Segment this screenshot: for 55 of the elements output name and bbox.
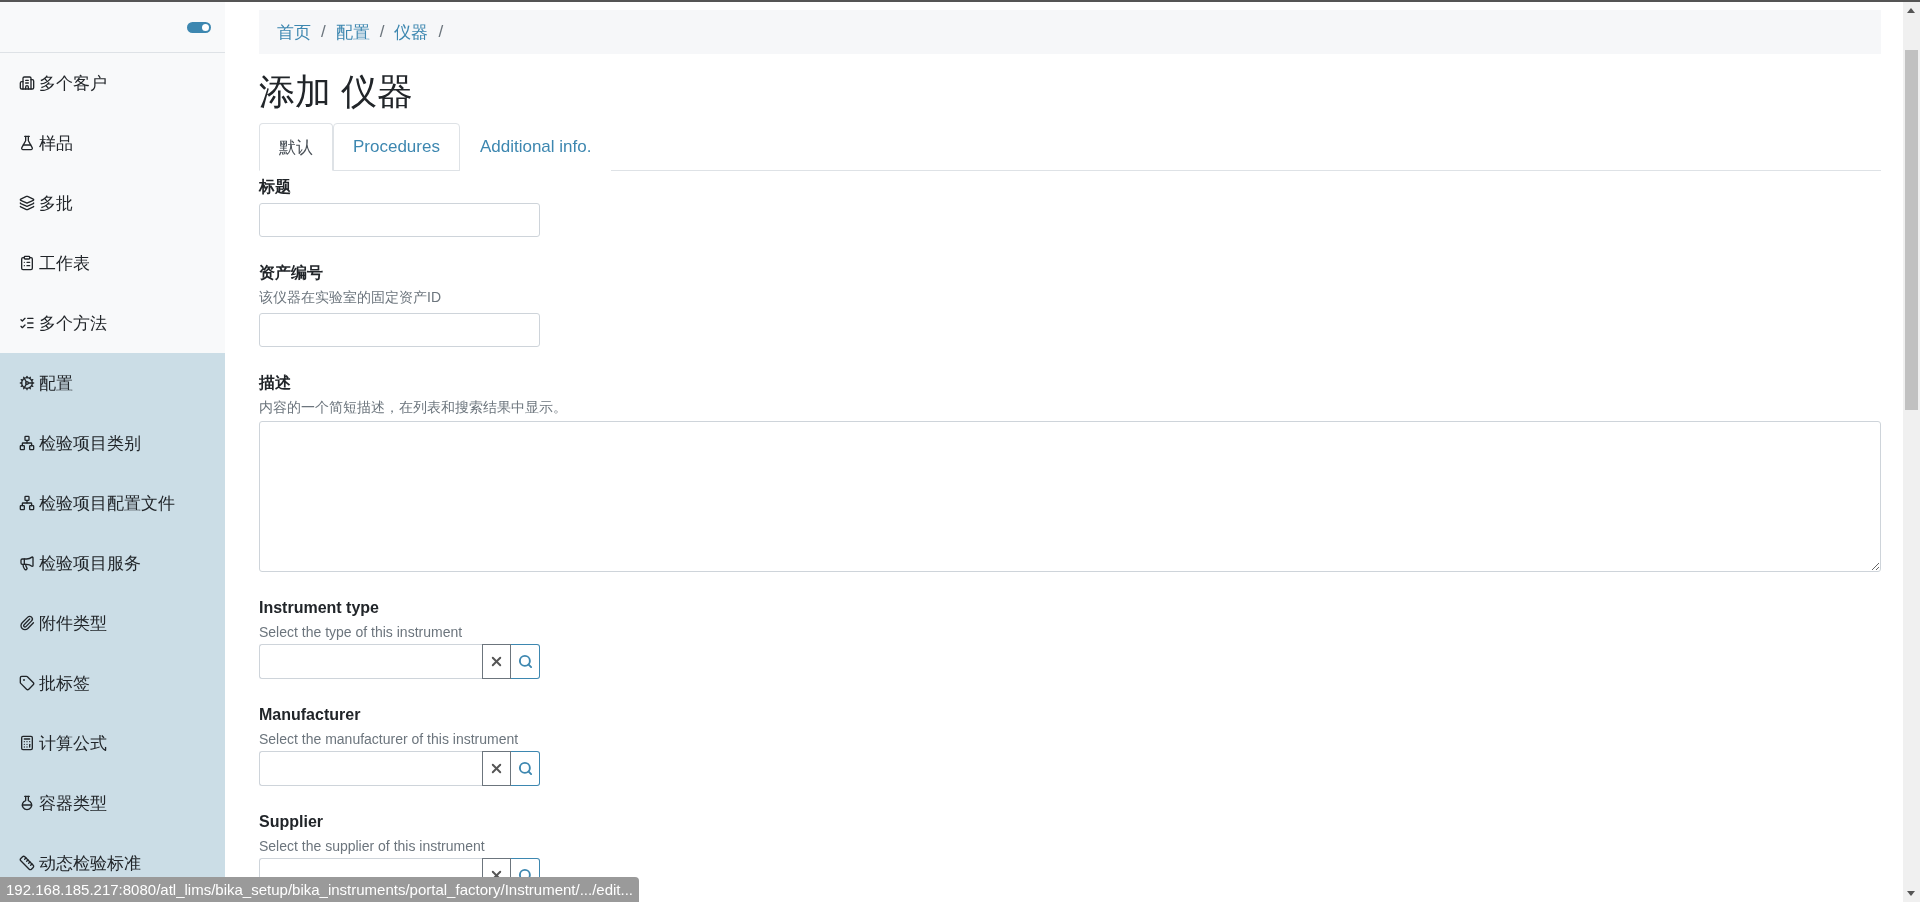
sidebar-item[interactable]: 样品 xyxy=(0,113,225,173)
page-title: 添加 仪器 xyxy=(259,70,414,114)
paperclip-icon xyxy=(19,615,35,631)
calculator-icon xyxy=(19,735,35,751)
search-button[interactable] xyxy=(511,644,540,679)
search-button[interactable] xyxy=(511,751,540,786)
building-icon xyxy=(19,75,35,91)
scrollbar[interactable] xyxy=(1903,2,1920,902)
text-field[interactable] xyxy=(259,313,540,347)
tab[interactable]: 默认 xyxy=(259,123,333,171)
clipboard-icon xyxy=(19,255,35,271)
gear-icon xyxy=(19,375,35,391)
layers-icon xyxy=(19,195,35,211)
field-help-text: Select the type of this instrument xyxy=(259,623,464,642)
ruler-icon xyxy=(19,855,35,871)
breadcrumb-separator: / xyxy=(321,22,326,42)
field-label: Supplier xyxy=(259,812,324,832)
clear-button[interactable] xyxy=(482,644,511,679)
clear-button[interactable] xyxy=(482,751,511,786)
description-field[interactable] xyxy=(259,421,1881,572)
sidebar-item[interactable]: 多个方法 xyxy=(0,293,225,353)
checklist-icon xyxy=(19,315,35,331)
flask-icon xyxy=(19,795,35,811)
hierarchy-icon xyxy=(19,435,35,451)
close-icon xyxy=(489,654,504,669)
field-label: 资产编号 xyxy=(259,263,324,283)
breadcrumb-separator: / xyxy=(438,22,444,42)
toggle-switch[interactable] xyxy=(187,21,211,33)
field-help-text: 该仪器在实验室的固定资产ID xyxy=(259,288,442,307)
hierarchy-icon xyxy=(19,495,35,511)
field-help-text: 内容的一个简短描述，在列表和搜索结果中显示。 xyxy=(259,398,568,417)
field-label: Manufacturer xyxy=(259,705,362,725)
sidebar-item[interactable]: 多个客户 xyxy=(0,53,225,113)
field-help-text: Select the manufacturer of this instrument xyxy=(259,730,520,749)
flask-icon xyxy=(19,135,35,151)
text-field[interactable] xyxy=(259,203,540,237)
tag-icon xyxy=(19,675,35,691)
breadcrumb-separator: / xyxy=(379,22,385,42)
reference-field[interactable] xyxy=(259,644,482,679)
sidebar-item[interactable]: 多批 xyxy=(0,173,225,233)
breadcrumb-link[interactable]: 配置 xyxy=(335,20,370,44)
breadcrumb-link[interactable]: 仪器 xyxy=(394,20,429,44)
sidebar-item[interactable]: 工作表 xyxy=(0,233,225,293)
link-url-tooltip: 192.168.185.217:8080/atl_lims/bika_setup/bika_instruments/portal_factory/Instrument/.../edit... xyxy=(0,877,640,902)
close-icon xyxy=(489,761,504,776)
search-icon xyxy=(517,654,533,669)
megaphone-icon xyxy=(19,555,35,571)
tab[interactable]: Procedures xyxy=(333,123,460,171)
breadcrumb-link[interactable]: 首页 xyxy=(277,20,311,44)
reference-field[interactable] xyxy=(259,751,482,786)
field-label: Instrument type xyxy=(259,598,380,618)
field-label: 标题 xyxy=(259,177,292,197)
search-icon xyxy=(517,761,533,776)
field-help-text: Select the supplier of this instrument xyxy=(259,837,486,856)
field-label: 描述 xyxy=(259,373,292,393)
